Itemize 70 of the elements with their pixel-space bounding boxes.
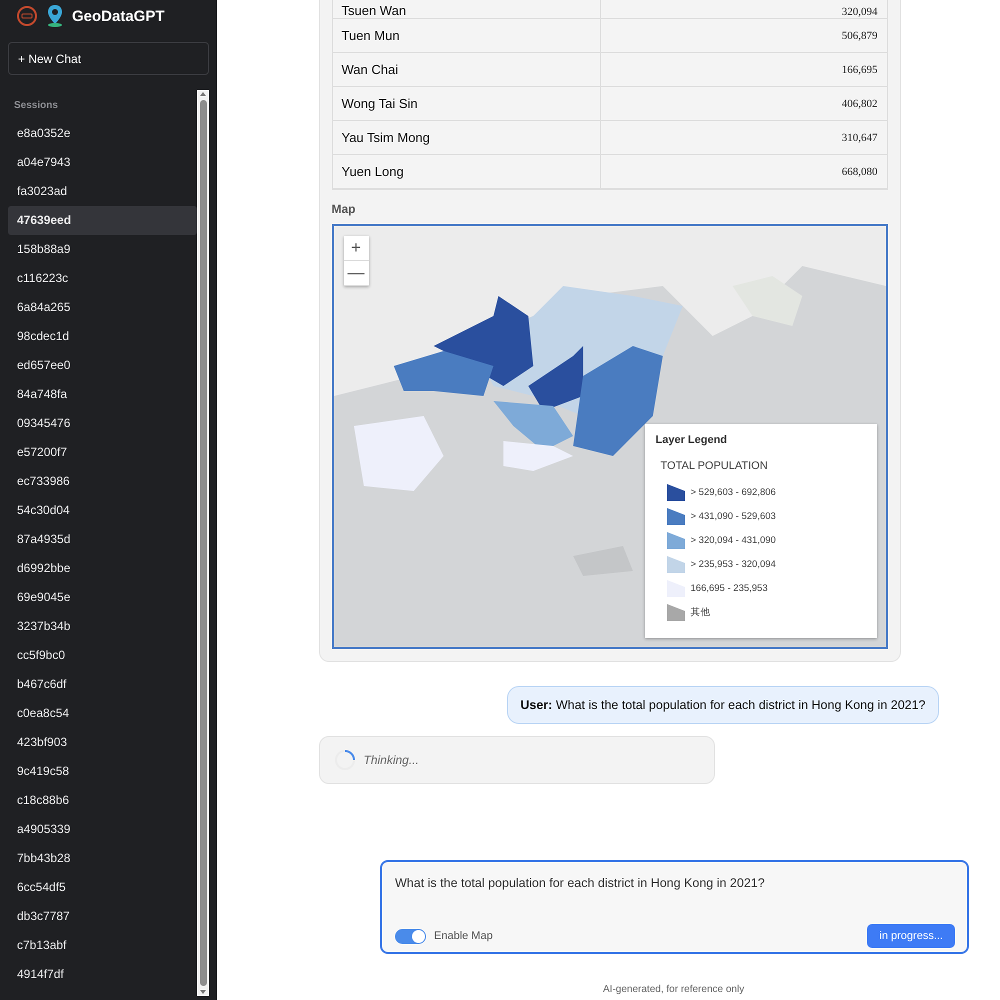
message-input[interactable]: What is the total population for each district in Hong Kong in 2021? [395,876,955,890]
session-item[interactable]: 47639eed [8,206,197,235]
table-cell-text: 166,695 [840,64,878,76]
session-item[interactable]: c116223c [8,264,197,293]
table-cell: Tsuen Wan [332,0,600,18]
send-button[interactable]: in progress... [867,924,955,948]
table-cell: Yau Tsim Mong [332,121,600,154]
session-item[interactable]: 6a84a265 [8,293,197,322]
session-item[interactable]: 98cdec1d [8,322,197,351]
session-item[interactable]: 9c419c58 [8,757,197,786]
legend-label: > 320,094 - 431,090 [690,534,776,546]
session-item[interactable]: 09345476 [8,409,197,438]
legend-field: TOTAL POPULATION [660,460,866,472]
logo-icon [16,5,38,27]
session-item[interactable]: fa3023ad [8,177,197,206]
zoom-in-button[interactable]: + [344,236,368,261]
session-item[interactable]: 3237b34b [8,612,197,641]
table-cell: Yuen Long [332,155,600,188]
table-cell-text: 310,647 [840,132,878,144]
scroll-down-icon[interactable] [200,990,206,994]
legend-label: > 529,603 - 692,806 [690,486,776,498]
session-item[interactable]: ed657ee0 [8,351,197,380]
legend-label: > 235,953 - 320,094 [690,558,776,570]
new-chat-button[interactable]: + New Chat [8,42,209,75]
zoom-out-button[interactable]: — [344,261,368,286]
app-title: GeoDataGPT [72,8,165,24]
table-cell-text: 506,879 [840,30,878,42]
session-item[interactable]: d6992bbe [8,554,197,583]
session-item[interactable]: cc5f9bc0 [8,641,197,670]
session-item[interactable]: c7b13abf [8,931,197,960]
user-message: User: What is the total population for each district in Hong Kong in 2021? [507,686,938,724]
map-pin-icon [46,4,64,28]
session-item[interactable]: c0ea8c54 [8,699,197,728]
map-toggle[interactable] [395,928,426,944]
session-item[interactable]: a04e7943 [8,148,197,177]
spinner-icon [334,749,356,771]
session-item[interactable]: c18c88b6 [8,786,197,815]
disclaimer-text: AI-generated, for reference only [603,984,744,995]
toggle-label: Enable Map [434,930,493,942]
table-cell: Tuen Mun [332,19,600,52]
sessions-heading: Sessions [13,99,59,113]
session-item[interactable]: 7bb43b28 [8,844,197,873]
table-cell: Wong Tai Sin [332,87,600,120]
table-cell-text: 406,802 [840,98,878,110]
session-item[interactable]: e57200f7 [8,438,197,467]
legend-title: Layer Legend [656,434,728,446]
session-item[interactable]: 69e9045e [8,583,197,612]
session-item[interactable]: 54c30d04 [8,496,197,525]
session-item[interactable]: 6cc54df5 [8,873,197,902]
table-cell: Wan Chai [332,53,600,86]
session-item[interactable]: 423bf903 [8,728,197,757]
table-cell-text: 320,094 [840,6,878,18]
session-item[interactable]: 87a4935d [8,525,197,554]
session-item[interactable]: db3c7787 [8,902,197,931]
session-item[interactable]: b467c6df [8,670,197,699]
session-item[interactable]: e8a0352e [8,119,197,148]
session-item[interactable]: 4914f7df [8,960,197,989]
legend-label: > 431,090 - 529,603 [690,510,776,522]
scroll-up-icon[interactable] [200,92,206,96]
table-cell-text: 668,080 [840,166,878,178]
map-view[interactable]: + — Layer Legend TOTAL POPULATION > 529,603 - 692,806 > 431,090 - 529,603 > 320,094 - 431,090 > 235,953 - 320,094 166,695 - 235,953 其他 [332,224,888,649]
session-item[interactable]: 84a748fa [8,380,197,409]
legend-label: 其他 [690,606,710,618]
session-item[interactable]: 158b88a9 [8,235,197,264]
thinking-status: Thinking... [364,753,419,767]
session-item[interactable]: a4905339 [8,815,197,844]
map-heading: Map [332,202,356,216]
legend-label: 166,695 - 235,953 [690,582,768,594]
session-item[interactable]: ec733986 [8,467,197,496]
scrollbar[interactable] [197,90,209,996]
